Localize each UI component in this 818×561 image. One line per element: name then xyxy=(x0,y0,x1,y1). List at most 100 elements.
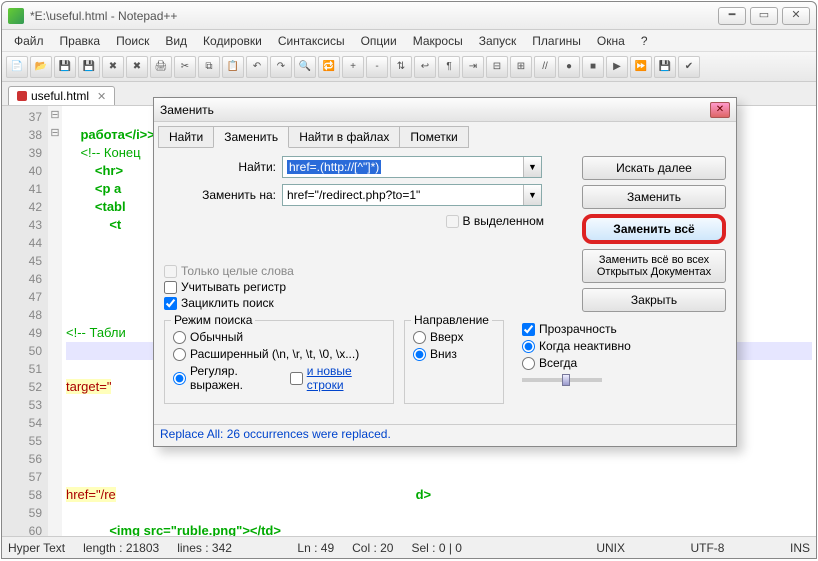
toolbar-closeall-icon[interactable]: ✖ xyxy=(126,56,148,78)
toolbar-save-icon[interactable]: 💾 xyxy=(54,56,76,78)
toolbar-zoom-in-icon[interactable]: + xyxy=(342,56,364,78)
replace-button[interactable]: Заменить xyxy=(582,185,726,209)
replace-dialog: Заменить ✕ Найти Заменить Найти в файлах… xyxy=(153,97,737,447)
replace-value: href="/redirect.php?to=1" xyxy=(287,188,420,202)
close-button[interactable]: ✕ xyxy=(782,7,810,25)
toolbar-open-icon[interactable]: 📂 xyxy=(30,56,52,78)
menu-run[interactable]: Запуск xyxy=(471,32,525,50)
fold-column[interactable]: ⊟⊟ xyxy=(48,106,62,536)
find-next-button[interactable]: Искать далее xyxy=(582,156,726,180)
find-value: href=.(http://[^"]*) xyxy=(287,160,381,174)
toolbar-zoom-out-icon[interactable]: - xyxy=(366,56,388,78)
dropdown-icon[interactable]: ▼ xyxy=(523,157,541,177)
mode-extended-radio[interactable]: Расширенный (\n, \r, \t, \0, \x...) xyxy=(173,347,385,361)
toolbar-sync-icon[interactable]: ⇅ xyxy=(390,56,412,78)
toolbar-cut-icon[interactable]: ✂ xyxy=(174,56,196,78)
menu-edit[interactable]: Правка xyxy=(52,32,109,50)
transparency-check[interactable]: Прозрачность xyxy=(522,322,656,336)
tab-find[interactable]: Найти xyxy=(158,126,214,148)
dropdown-icon[interactable]: ▼ xyxy=(523,185,541,205)
toolbar-new-icon[interactable]: 📄 xyxy=(6,56,28,78)
status-ins: INS xyxy=(790,541,810,555)
newlines-check[interactable] xyxy=(290,372,303,385)
file-tab-label: useful.html xyxy=(31,89,89,103)
direction-group: Направление Вверх Вниз xyxy=(404,320,504,404)
toolbar-redo-icon[interactable]: ↷ xyxy=(270,56,292,78)
toolbar-play-icon[interactable]: ▶ xyxy=(606,56,628,78)
tab-replace[interactable]: Заменить xyxy=(213,126,289,148)
dir-up-radio[interactable]: Вверх xyxy=(413,330,495,344)
status-lang: Hyper Text xyxy=(8,541,65,555)
find-label: Найти: xyxy=(164,160,282,174)
trans-inactive-radio[interactable]: Когда неактивно xyxy=(522,339,656,353)
statusbar: Hyper Text length : 21803 lines : 342 Ln… xyxy=(2,536,816,558)
status-eol: UNIX xyxy=(596,541,625,555)
minimize-button[interactable]: ━ xyxy=(718,7,746,25)
toolbar-replace-icon[interactable]: 🔁 xyxy=(318,56,340,78)
window-title: *E:\useful.html - Notepad++ xyxy=(30,9,718,23)
dialog-status: Replace All: 26 occurrences were replace… xyxy=(154,424,736,446)
toolbar-paste-icon[interactable]: 📋 xyxy=(222,56,244,78)
maximize-button[interactable]: ▭ xyxy=(750,7,778,25)
toolbar-close-icon[interactable]: ✖ xyxy=(102,56,124,78)
menu-macro[interactable]: Макросы xyxy=(405,32,471,50)
app-icon xyxy=(8,8,24,24)
toolbar-copy-icon[interactable]: ⧉ xyxy=(198,56,220,78)
status-sel: Sel : 0 | 0 xyxy=(411,541,461,555)
toolbar-stop-icon[interactable]: ■ xyxy=(582,56,604,78)
status-length: length : 21803 xyxy=(83,541,159,555)
dialog-titlebar: Заменить ✕ xyxy=(154,98,736,122)
status-lines: lines : 342 xyxy=(177,541,232,555)
transparency-group: Прозрачность Когда неактивно Всегда xyxy=(514,320,664,404)
dir-down-radio[interactable]: Вниз xyxy=(413,347,495,361)
toolbar-find-icon[interactable]: 🔍 xyxy=(294,56,316,78)
toolbar-unfold-icon[interactable]: ⊞ xyxy=(510,56,532,78)
line-numbers: 3738394041424344454647484950515253545556… xyxy=(2,106,48,536)
in-selection-check[interactable]: В выделенном xyxy=(446,214,544,228)
toolbar-print-icon[interactable]: 🖨 xyxy=(150,56,172,78)
toolbar-indent-icon[interactable]: ⇥ xyxy=(462,56,484,78)
replace-all-docs-button[interactable]: Заменить всё во всех Открытых Документах xyxy=(582,249,726,283)
toolbar-wrap-icon[interactable]: ↩ xyxy=(414,56,436,78)
toolbar-comment-icon[interactable]: // xyxy=(534,56,556,78)
tab-close-icon[interactable]: ✕ xyxy=(97,90,106,103)
search-mode-group: Режим поиска Обычный Расширенный (\n, \r… xyxy=(164,320,394,404)
toolbar-record-icon[interactable]: ● xyxy=(558,56,580,78)
menu-plugins[interactable]: Плагины xyxy=(524,32,589,50)
menu-language[interactable]: Синтаксисы xyxy=(270,32,353,50)
titlebar: *E:\useful.html - Notepad++ ━ ▭ ✕ xyxy=(2,2,816,30)
toolbar-saveall-icon[interactable]: 💾 xyxy=(78,56,100,78)
mode-normal-radio[interactable]: Обычный xyxy=(173,330,385,344)
dialog-close-button[interactable]: ✕ xyxy=(710,102,730,118)
replace-input[interactable]: href="/redirect.php?to=1" ▼ xyxy=(282,184,542,206)
toolbar-playmulti-icon[interactable]: ⏩ xyxy=(630,56,652,78)
menu-encoding[interactable]: Кодировки xyxy=(195,32,270,50)
menu-help[interactable]: ? xyxy=(633,32,656,50)
replace-label: Заменить на: xyxy=(164,188,282,202)
toolbar-invisible-icon[interactable]: ¶ xyxy=(438,56,460,78)
menu-search[interactable]: Поиск xyxy=(108,32,157,50)
transparency-slider[interactable] xyxy=(522,378,602,382)
file-tab[interactable]: useful.html ✕ xyxy=(8,86,115,105)
menu-window[interactable]: Окна xyxy=(589,32,633,50)
modified-icon xyxy=(17,91,27,101)
toolbar-undo-icon[interactable]: ↶ xyxy=(246,56,268,78)
status-col: Col : 20 xyxy=(352,541,393,555)
toolbar-fold-icon[interactable]: ⊟ xyxy=(486,56,508,78)
toolbar: 📄 📂 💾 💾 ✖ ✖ 🖨 ✂ ⧉ 📋 ↶ ↷ 🔍 🔁 + - ⇅ ↩ ¶ ⇥ … xyxy=(2,52,816,82)
replace-all-button[interactable]: Заменить всё xyxy=(582,214,726,244)
mode-regex-radio[interactable]: Регуляр. выражен. и новые строки xyxy=(173,364,385,392)
toolbar-save-macro-icon[interactable]: 💾 xyxy=(654,56,676,78)
menu-settings[interactable]: Опции xyxy=(353,32,405,50)
toolbar-spellcheck-icon[interactable]: ✔ xyxy=(678,56,700,78)
close-button[interactable]: Закрыть xyxy=(582,288,726,312)
status-enc: UTF-8 xyxy=(690,541,724,555)
find-input[interactable]: href=.(http://[^"]*) ▼ xyxy=(282,156,542,178)
tab-mark[interactable]: Пометки xyxy=(399,126,468,148)
menu-file[interactable]: Файл xyxy=(6,32,52,50)
menubar: Файл Правка Поиск Вид Кодировки Синтакси… xyxy=(2,30,816,52)
menu-view[interactable]: Вид xyxy=(157,32,195,50)
tab-find-in-files[interactable]: Найти в файлах xyxy=(288,126,400,148)
status-ln: Ln : 49 xyxy=(297,541,334,555)
trans-always-radio[interactable]: Всегда xyxy=(522,356,656,370)
